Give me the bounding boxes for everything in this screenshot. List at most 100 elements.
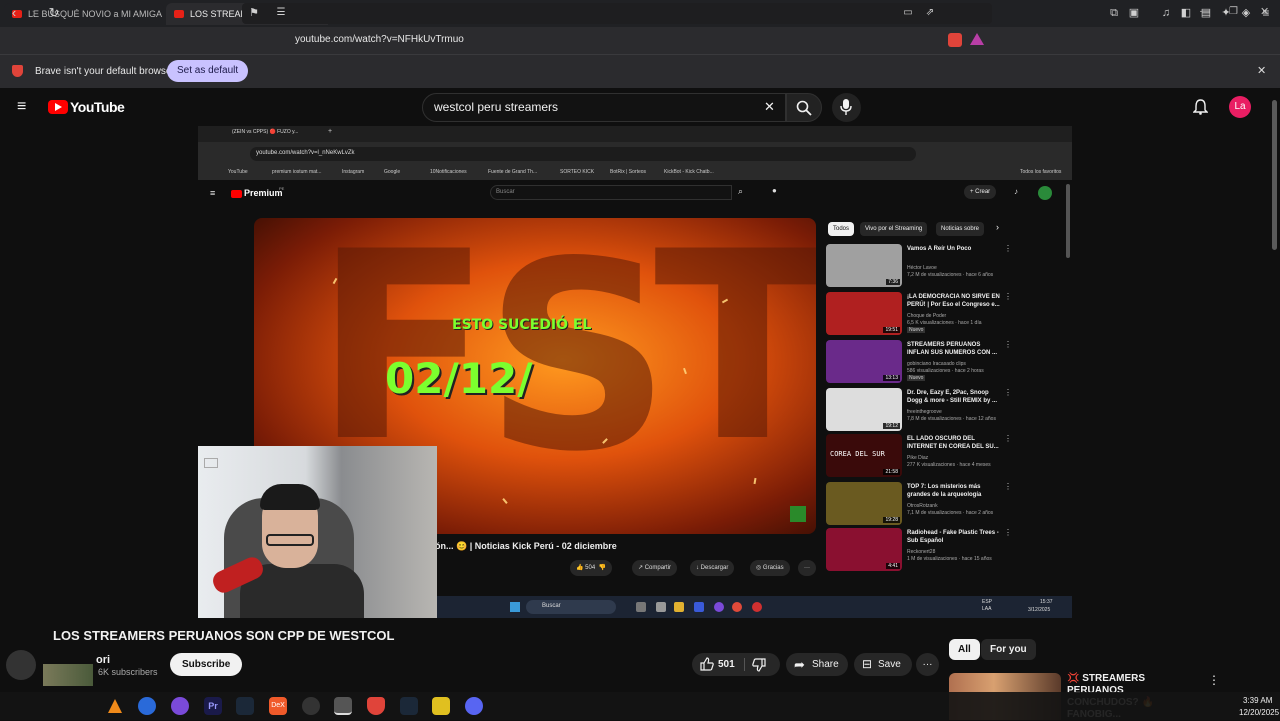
- inner-recommendation-meta: 1 M de visualizaciones · hace 15 años: [907, 556, 992, 562]
- site-settings-icon[interactable]: ☰: [273, 5, 289, 21]
- extensions-icon[interactable]: ⧉: [1106, 5, 1122, 21]
- bell-icon: [1192, 99, 1209, 115]
- inner-thumbnail-text: COREA DEL SUR: [830, 450, 885, 458]
- app-icon[interactable]: [432, 697, 450, 715]
- inner-avatar: [1038, 186, 1052, 200]
- discord-icon[interactable]: [465, 697, 483, 715]
- share-button[interactable]: ➦ Share: [786, 653, 848, 676]
- inner-tab-label: (ZEIN vs CPPS) 🔴 FUZO y...: [232, 129, 299, 135]
- set-default-button[interactable]: Set as default: [167, 60, 249, 82]
- inner-share-button: ↗ Compartir: [632, 560, 678, 576]
- inner-duration-badge: 4:41: [886, 563, 900, 569]
- chip-all[interactable]: All: [949, 639, 980, 660]
- inner-recommendation-title: EL LADO OSCURO DEL INTERNET EN COREA DEL…: [907, 436, 999, 450]
- inner-recommendation-channel: Reckonert28: [907, 549, 936, 555]
- inner-more-icon: ⋮: [1004, 528, 1012, 537]
- inner-recommendation-channel: freeinthegroove: [907, 409, 942, 415]
- inner-create-button: + Crear: [964, 185, 997, 199]
- channel-name[interactable]: ori: [96, 654, 110, 666]
- inner-recommendation-item: 19:12 Dr. Dre, Eazy E, 2Pac, Snoop Dogg &…: [826, 388, 1012, 432]
- share-icon[interactable]: ⇗: [922, 5, 938, 21]
- channel-avatar[interactable]: [6, 650, 36, 680]
- app-icon[interactable]: DeX: [269, 697, 287, 715]
- inner-mic-icon: ●: [772, 186, 777, 195]
- vpn-icon[interactable]: ◈: [1238, 5, 1254, 21]
- chip-for-you[interactable]: For you: [981, 639, 1036, 660]
- inner-recommendation-thumbnail: 4:41: [826, 528, 902, 571]
- subscriber-count: 6K subscribers: [98, 667, 158, 677]
- thumbnail-text-line2: 02/12/: [385, 354, 533, 403]
- inner-recommendation-title: Dr. Dre, Eazy E, 2Pac, Snoop Dogg & more…: [907, 390, 998, 404]
- cast-icon[interactable]: ▭: [900, 5, 916, 21]
- close-infobar-icon[interactable]: ✕: [1257, 64, 1266, 77]
- bookmark-icon[interactable]: ⚑: [246, 5, 262, 21]
- steam-icon[interactable]: [400, 697, 418, 715]
- inner-duration-badge: 21:58: [883, 469, 900, 475]
- steam-icon[interactable]: [236, 697, 254, 715]
- reload-icon[interactable]: ↻: [46, 5, 62, 21]
- voice-search-button[interactable]: [832, 93, 861, 122]
- hamburger-menu-icon[interactable]: ≡: [17, 99, 26, 115]
- inner-more-icon: ⋮: [1004, 434, 1012, 443]
- notifications-button[interactable]: [1192, 99, 1209, 120]
- inner-recommendation-title: ¡LA DEMOCRACIA NO SIRVE EN PERÚ! | Por E…: [907, 294, 1000, 308]
- inner-new-badge: Nuevo: [907, 327, 926, 333]
- wall-sign-decoration: [204, 458, 218, 468]
- page-scrollbar[interactable]: [1272, 100, 1277, 250]
- inner-recommendation-channel: Héctor Lavoe: [907, 265, 937, 271]
- brave-rewards-icon[interactable]: [970, 33, 984, 45]
- inner-recommendation-item: 7:36 Vamos A Reír Un Poco Héctor Lavoe 7,2 …: [826, 244, 1012, 288]
- divider: [744, 658, 745, 671]
- save-button[interactable]: ⊟ Save: [854, 653, 912, 676]
- address-bar[interactable]: [242, 3, 992, 24]
- channel-watermark-icon: [790, 506, 806, 522]
- inner-chip: Todos: [828, 222, 855, 236]
- inner-more-icon: ⋮: [1004, 482, 1012, 491]
- inner-recommendation-title: Vamos A Reír Un Poco: [907, 246, 972, 252]
- sidebar-icon[interactable]: ◧: [1178, 5, 1194, 21]
- bookmark-item: premium iostum mat...: [272, 169, 322, 175]
- leo-ai-icon[interactable]: ✦: [1218, 5, 1234, 21]
- inner-recommendation-thumbnail: 7:36: [826, 244, 902, 287]
- inner-search-box: [490, 185, 732, 200]
- media-icon[interactable]: ♫: [1158, 5, 1174, 21]
- more-actions-button[interactable]: ···: [916, 653, 939, 676]
- chrome-icon[interactable]: [334, 697, 352, 715]
- side-video-menu-icon[interactable]: ⋮: [1208, 673, 1220, 687]
- inner-duration-badge: 19:28: [883, 517, 900, 523]
- inner-taskbar-time: 15:37: [1040, 599, 1053, 605]
- fire-letter-decoration: F: [314, 218, 492, 499]
- app-icon[interactable]: [138, 697, 156, 715]
- inner-recommendation-thumbnail: 19:51: [826, 292, 902, 335]
- brave-shields-icon[interactable]: [948, 33, 962, 47]
- subscribe-button[interactable]: Subscribe: [170, 653, 243, 676]
- search-button[interactable]: [786, 93, 822, 122]
- youtube-logo-icon[interactable]: [48, 100, 68, 114]
- app-icon[interactable]: [171, 697, 189, 715]
- inner-recommendation-item: 4:41 Radiohead - Fake Plastic Trees - Sub…: [826, 528, 1012, 572]
- inner-thanks-button: ◎ Gracias: [750, 560, 790, 576]
- back-icon[interactable]: ‹: [6, 5, 22, 21]
- premiere-icon[interactable]: Pr: [204, 697, 222, 715]
- inner-recommendation-channel: gobinciano Iracasado clips: [907, 361, 966, 367]
- youtube-logo-text[interactable]: YouTube: [70, 99, 125, 115]
- brave-icon[interactable]: [367, 697, 385, 715]
- wallet-icon[interactable]: ▤: [1198, 5, 1214, 21]
- inner-recommendation-title: STREAMERS PERUANOS INFLAN SUS NUMEROS CO…: [907, 342, 998, 356]
- inner-search-placeholder: Buscar: [496, 189, 515, 195]
- inner-hamburger-icon: ≡: [210, 188, 216, 198]
- account-avatar[interactable]: La: [1229, 96, 1251, 118]
- forward-icon[interactable]: ›: [26, 5, 42, 21]
- channel-banner-thumb: [43, 664, 93, 686]
- screenshot-icon[interactable]: ▣: [1126, 5, 1142, 21]
- inner-download-button: ↓ Descargar: [690, 560, 735, 576]
- inner-more-icon: ⋮: [1004, 244, 1012, 253]
- webcam-overlay: [198, 446, 437, 618]
- share-icon: ➦: [794, 657, 805, 672]
- inner-recommendation-channel: Choque de Poder: [907, 313, 947, 319]
- vlc-icon[interactable]: [106, 697, 124, 715]
- obs-icon[interactable]: [302, 697, 320, 715]
- menu-icon[interactable]: ≡: [1258, 5, 1274, 21]
- inner-scrollbar: [1066, 184, 1070, 258]
- clear-search-icon[interactable]: ✕: [764, 99, 775, 115]
